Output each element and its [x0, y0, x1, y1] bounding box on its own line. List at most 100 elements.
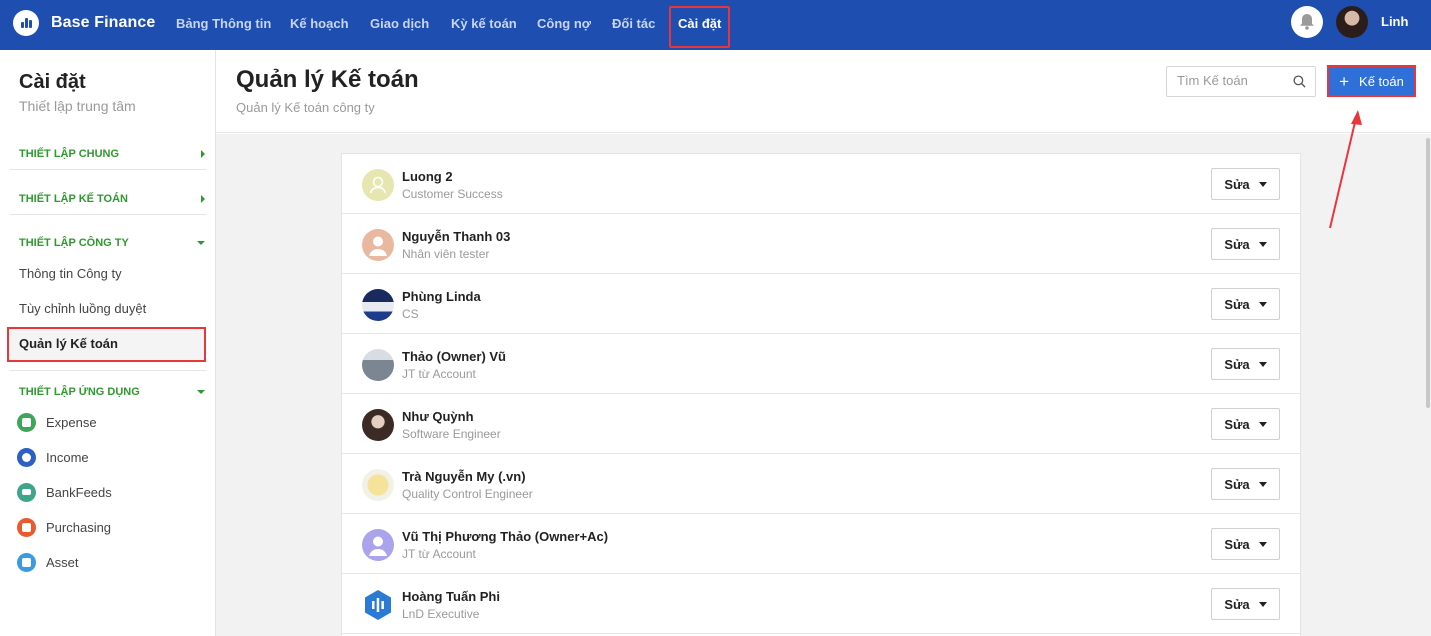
- sidebar-subtitle: Thiết lập trung tâm: [19, 98, 136, 114]
- accountant-name: Luong 2: [402, 169, 453, 184]
- list-item: Nguyễn Thanh 03 Nhân viên tester Sửa: [342, 214, 1300, 274]
- avatar: [362, 229, 394, 261]
- divider: [10, 214, 206, 215]
- sidebar-title: Cài đặt: [19, 71, 86, 93]
- accountant-name: Phùng Linda: [402, 289, 481, 304]
- list-item: Hoàng Tuấn Phi LnD Executive Sửa: [342, 574, 1300, 634]
- avatar: [362, 589, 394, 621]
- divider: [10, 370, 206, 371]
- chevron-right-icon: [201, 150, 205, 158]
- bankfeeds-icon: [17, 483, 36, 502]
- section-accounting-settings[interactable]: THIẾT LẬP KẾ TOÁN: [19, 193, 128, 205]
- scrollbar[interactable]: [1426, 138, 1430, 408]
- sidebar-item-expense[interactable]: Expense: [17, 413, 97, 432]
- accountant-role: CS: [402, 307, 419, 321]
- income-icon: [17, 448, 36, 467]
- chart-logo-icon: [13, 10, 39, 36]
- user-name[interactable]: Linh: [1381, 14, 1408, 29]
- add-accountant-button[interactable]: + Kế toán: [1327, 65, 1416, 97]
- accountant-name: Trà Nguyễn My (.vn): [402, 469, 526, 484]
- list-item: Trà Nguyễn My (.vn) Quality Control Engi…: [342, 454, 1300, 514]
- edit-dropdown-button[interactable]: Sửa: [1211, 588, 1280, 620]
- sidebar-item-label: Income: [46, 450, 89, 465]
- nav-partners[interactable]: Đối tác: [612, 16, 655, 31]
- nav-planning[interactable]: Kế hoạch: [290, 16, 349, 31]
- section-app-settings[interactable]: THIẾT LẬP ỨNG DỤNG: [19, 386, 140, 398]
- accountant-role: Customer Success: [402, 187, 503, 201]
- section-company-settings[interactable]: THIẾT LẬP CÔNG TY: [19, 237, 129, 249]
- asset-icon: [17, 553, 36, 572]
- expense-icon: [17, 413, 36, 432]
- list-item: Phùng Linda CS Sửa: [342, 274, 1300, 334]
- edit-label: Sửa: [1224, 236, 1250, 252]
- avatar: [362, 409, 394, 441]
- accountant-role: LnD Executive: [402, 607, 480, 621]
- accountant-role: JT từ Account: [402, 547, 476, 561]
- edit-label: Sửa: [1224, 416, 1250, 432]
- nav-dashboard[interactable]: Bảng Thông tin: [176, 16, 271, 31]
- list-item: Vũ Thị Phương Thảo (Owner+Ac) JT từ Acco…: [342, 514, 1300, 574]
- sidebar-item-asset[interactable]: Asset: [17, 553, 79, 572]
- person-icon: [369, 236, 387, 256]
- chevron-down-icon: [197, 241, 205, 245]
- settings-sidebar: Cài đặt Thiết lập trung tâm THIẾT LẬP CH…: [0, 50, 216, 636]
- accountant-name: Hoàng Tuấn Phi: [402, 589, 500, 604]
- avatar: [362, 349, 394, 381]
- nav-debt[interactable]: Công nợ: [537, 16, 591, 31]
- top-navigation-bar: Base Finance Bảng Thông tin Kế hoạch Gia…: [0, 0, 1431, 50]
- edit-dropdown-button[interactable]: Sửa: [1211, 288, 1280, 320]
- accountant-name: Nguyễn Thanh 03: [402, 229, 511, 244]
- sidebar-item-label: Purchasing: [46, 520, 112, 535]
- page-header: Quản lý Kế toán Quản lý Kế toán công ty …: [216, 50, 1431, 133]
- bell-icon: [1300, 14, 1314, 30]
- accountant-name: Vũ Thị Phương Thảo (Owner+Ac): [402, 529, 609, 544]
- person-icon: [369, 536, 387, 556]
- accountant-list: Luong 2 Customer Success Sửa Nguyễn Than…: [341, 153, 1301, 636]
- edit-dropdown-button[interactable]: Sửa: [1211, 168, 1280, 200]
- edit-label: Sửa: [1224, 596, 1250, 612]
- edit-label: Sửa: [1224, 296, 1250, 312]
- edit-label: Sửa: [1224, 176, 1250, 192]
- search-box: [1166, 66, 1316, 97]
- sidebar-item-bankfeeds[interactable]: BankFeeds: [17, 483, 112, 502]
- sidebar-item-label: Asset: [46, 555, 79, 570]
- edit-dropdown-button[interactable]: Sửa: [1211, 228, 1280, 260]
- sidebar-item-company-info[interactable]: Thông tin Công ty: [19, 266, 122, 281]
- edit-dropdown-button[interactable]: Sửa: [1211, 528, 1280, 560]
- nav-accounting-period[interactable]: Kỳ kế toán: [451, 16, 517, 31]
- sidebar-item-accountant-management[interactable]: Quản lý Kế toán: [19, 336, 118, 351]
- purchasing-icon: [17, 518, 36, 537]
- brand-name: Base Finance: [51, 14, 156, 31]
- chevron-down-icon: [197, 390, 205, 394]
- caret-down-icon: [1258, 421, 1267, 427]
- caret-down-icon: [1258, 181, 1267, 187]
- nav-transactions[interactable]: Giao dịch: [370, 16, 429, 31]
- hexagon-logo-icon: [365, 590, 391, 620]
- sidebar-item-purchasing[interactable]: Purchasing: [17, 518, 111, 537]
- notification-button[interactable]: [1291, 6, 1323, 38]
- nav-settings-highlight: [669, 6, 730, 48]
- accountant-role: Quality Control Engineer: [402, 487, 533, 501]
- page-title: Quản lý Kế toán: [236, 66, 419, 93]
- caret-down-icon: [1258, 361, 1267, 367]
- edit-dropdown-button[interactable]: Sửa: [1211, 408, 1280, 440]
- edit-label: Sửa: [1224, 536, 1250, 552]
- sidebar-item-income[interactable]: Income: [17, 448, 89, 467]
- search-input[interactable]: [1177, 73, 1287, 88]
- caret-down-icon: [1258, 481, 1267, 487]
- edit-label: Sửa: [1224, 476, 1250, 492]
- list-item: Như Quỳnh Software Engineer Sửa: [342, 394, 1300, 454]
- section-general-settings[interactable]: THIẾT LẬP CHUNG: [19, 148, 119, 160]
- search-icon[interactable]: [1293, 75, 1306, 88]
- caret-down-icon: [1258, 301, 1267, 307]
- edit-dropdown-button[interactable]: Sửa: [1211, 468, 1280, 500]
- accountant-name: Như Quỳnh: [402, 409, 474, 424]
- avatar: [362, 289, 394, 321]
- accountant-role: Nhân viên tester: [402, 247, 490, 261]
- sidebar-item-approval-flow[interactable]: Tùy chỉnh luồng duyệt: [19, 301, 146, 316]
- brand[interactable]: Base Finance: [13, 10, 155, 36]
- sidebar-item-label: BankFeeds: [46, 485, 112, 500]
- page-subtitle: Quản lý Kế toán công ty: [236, 100, 375, 115]
- edit-dropdown-button[interactable]: Sửa: [1211, 348, 1280, 380]
- user-avatar[interactable]: [1336, 6, 1368, 38]
